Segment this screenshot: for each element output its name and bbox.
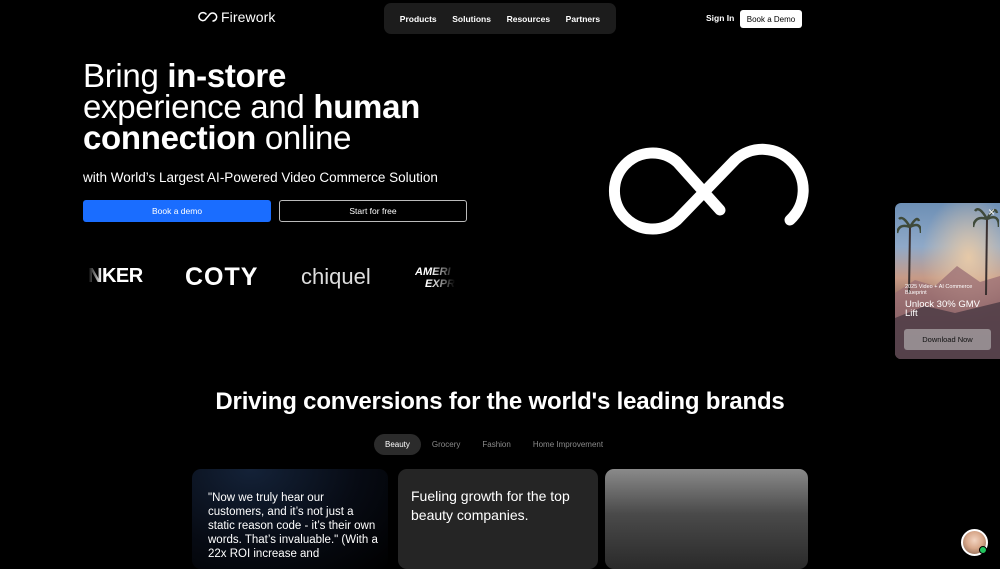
logo-text: Firework	[221, 9, 276, 25]
sign-in-link[interactable]: Sign In	[706, 13, 734, 23]
testimonial-card[interactable]: "Now we truly hear our customers, and it…	[192, 469, 388, 569]
download-now-button[interactable]: Download Now	[904, 329, 991, 350]
online-status-dot	[979, 546, 987, 554]
nav-solutions[interactable]: Solutions	[452, 14, 491, 24]
hero-subtitle: with World’s Largest AI-Powered Video Co…	[83, 170, 438, 185]
growth-text: Fueling growth for the top beauty compan…	[411, 488, 570, 523]
infinity-logo-icon	[198, 11, 218, 22]
start-free-button[interactable]: Start for free	[279, 200, 467, 222]
hero-title-text: online	[256, 119, 352, 156]
book-demo-button[interactable]: Book a demo	[83, 200, 271, 222]
tab-grocery[interactable]: Grocery	[421, 434, 471, 455]
brand-logo-chiquel: chiquel	[301, 264, 371, 289]
testimonial-quote: "Now we truly hear our customers, and it…	[208, 492, 378, 560]
brand-logo-american-express: AMERI EXPR	[415, 266, 455, 290]
promo-video-card[interactable]: × 2025 Video + AI Commerce Blueprint Unl…	[895, 203, 1000, 359]
amex-line1: AMERI	[415, 266, 451, 278]
section-title: Driving conversions for the world's lead…	[215, 388, 785, 415]
hero-title-bold: connection	[83, 119, 257, 156]
main-nav: Products Solutions Resources Partners	[384, 3, 616, 34]
brand-logos-carousel: NKER COTY chiquel AMERI EXPR	[88, 258, 468, 298]
promo-headline: Unlock 30% GMV Lift	[905, 299, 980, 319]
carousel-fade	[88, 258, 102, 298]
growth-card[interactable]: Fueling growth for the top beauty compan…	[398, 469, 598, 569]
tab-fashion[interactable]: Fashion	[471, 434, 521, 455]
firework-logo[interactable]: Firework	[198, 9, 275, 25]
palm-tree-graphic	[897, 216, 921, 293]
amex-line2: EXPR	[425, 278, 455, 290]
video-preview-card[interactable]	[605, 469, 808, 569]
tab-home-improvement[interactable]: Home Improvement	[522, 434, 614, 455]
book-demo-header-button[interactable]: Book a Demo	[740, 10, 802, 28]
nav-products[interactable]: Products	[400, 14, 437, 24]
nav-partners[interactable]: Partners	[566, 14, 601, 24]
brand-logo-coty: COTY	[185, 263, 259, 291]
promo-eyebrow: 2025 Video + AI Commerce Blueprint	[905, 284, 973, 296]
infinity-mark-icon	[608, 143, 809, 235]
palm-tree-graphic	[973, 208, 999, 295]
tab-beauty[interactable]: Beauty	[374, 434, 421, 455]
industry-tabs: Beauty Grocery Fashion Home Improvement	[374, 434, 614, 455]
nav-resources[interactable]: Resources	[507, 14, 550, 24]
close-icon[interactable]: ×	[986, 206, 997, 218]
hero-title: Bring in-store experience and human conn…	[83, 59, 420, 156]
